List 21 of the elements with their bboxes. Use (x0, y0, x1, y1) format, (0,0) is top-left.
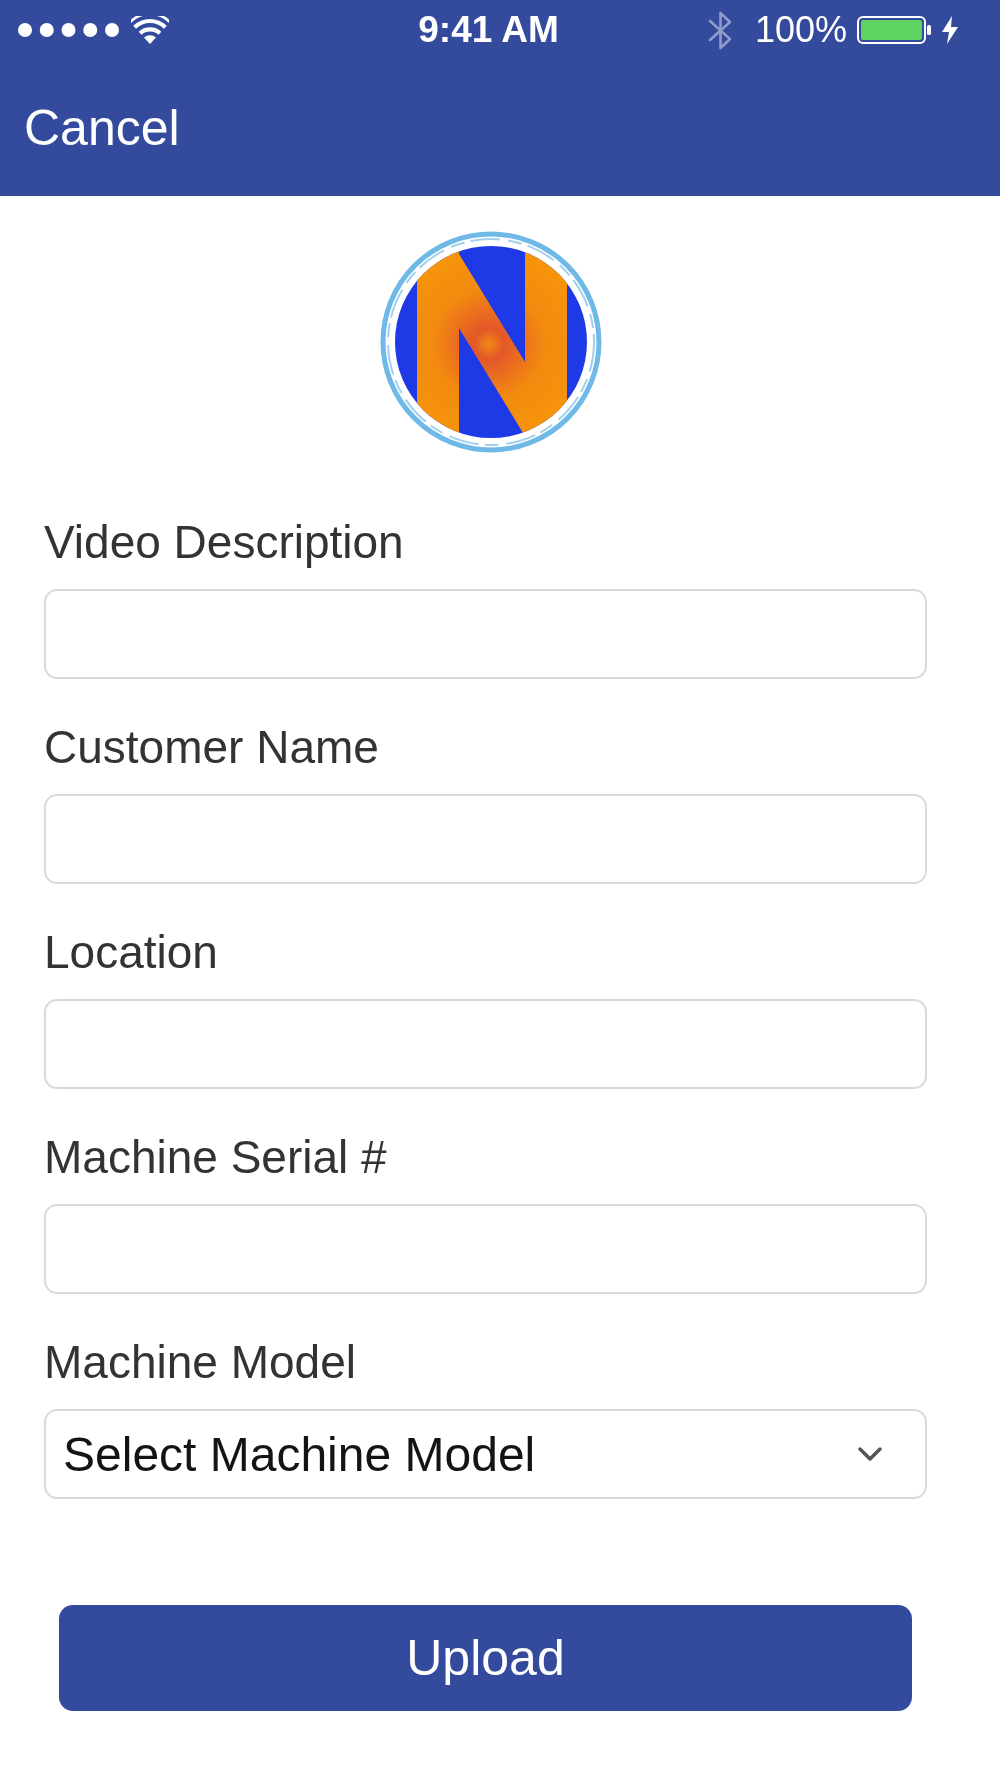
battery-icon (857, 16, 932, 44)
signal-icon (18, 23, 119, 37)
select-field[interactable]: Select Machine Model (44, 1409, 927, 1499)
field-label: Machine Serial # (44, 1130, 387, 1185)
field-label: Machine Model (44, 1335, 356, 1390)
input-field[interactable] (44, 1204, 927, 1294)
chevron-down-icon (858, 1447, 882, 1461)
status-time: 9:41 AM (418, 8, 559, 52)
upload-button[interactable]: Upload (59, 1605, 912, 1711)
input-field[interactable] (44, 794, 927, 884)
field-label: Video Description (44, 515, 404, 570)
charging-bolt-icon (941, 16, 959, 44)
input-field[interactable] (44, 589, 927, 679)
logo-icon (379, 230, 603, 454)
bluetooth-icon (707, 10, 733, 50)
cancel-button[interactable]: Cancel (24, 99, 180, 157)
input-field[interactable] (44, 999, 927, 1089)
field-label: Location (44, 925, 218, 980)
field-label: Customer Name (44, 720, 379, 775)
battery-percentage: 100% (754, 8, 847, 52)
wifi-icon (131, 16, 169, 44)
